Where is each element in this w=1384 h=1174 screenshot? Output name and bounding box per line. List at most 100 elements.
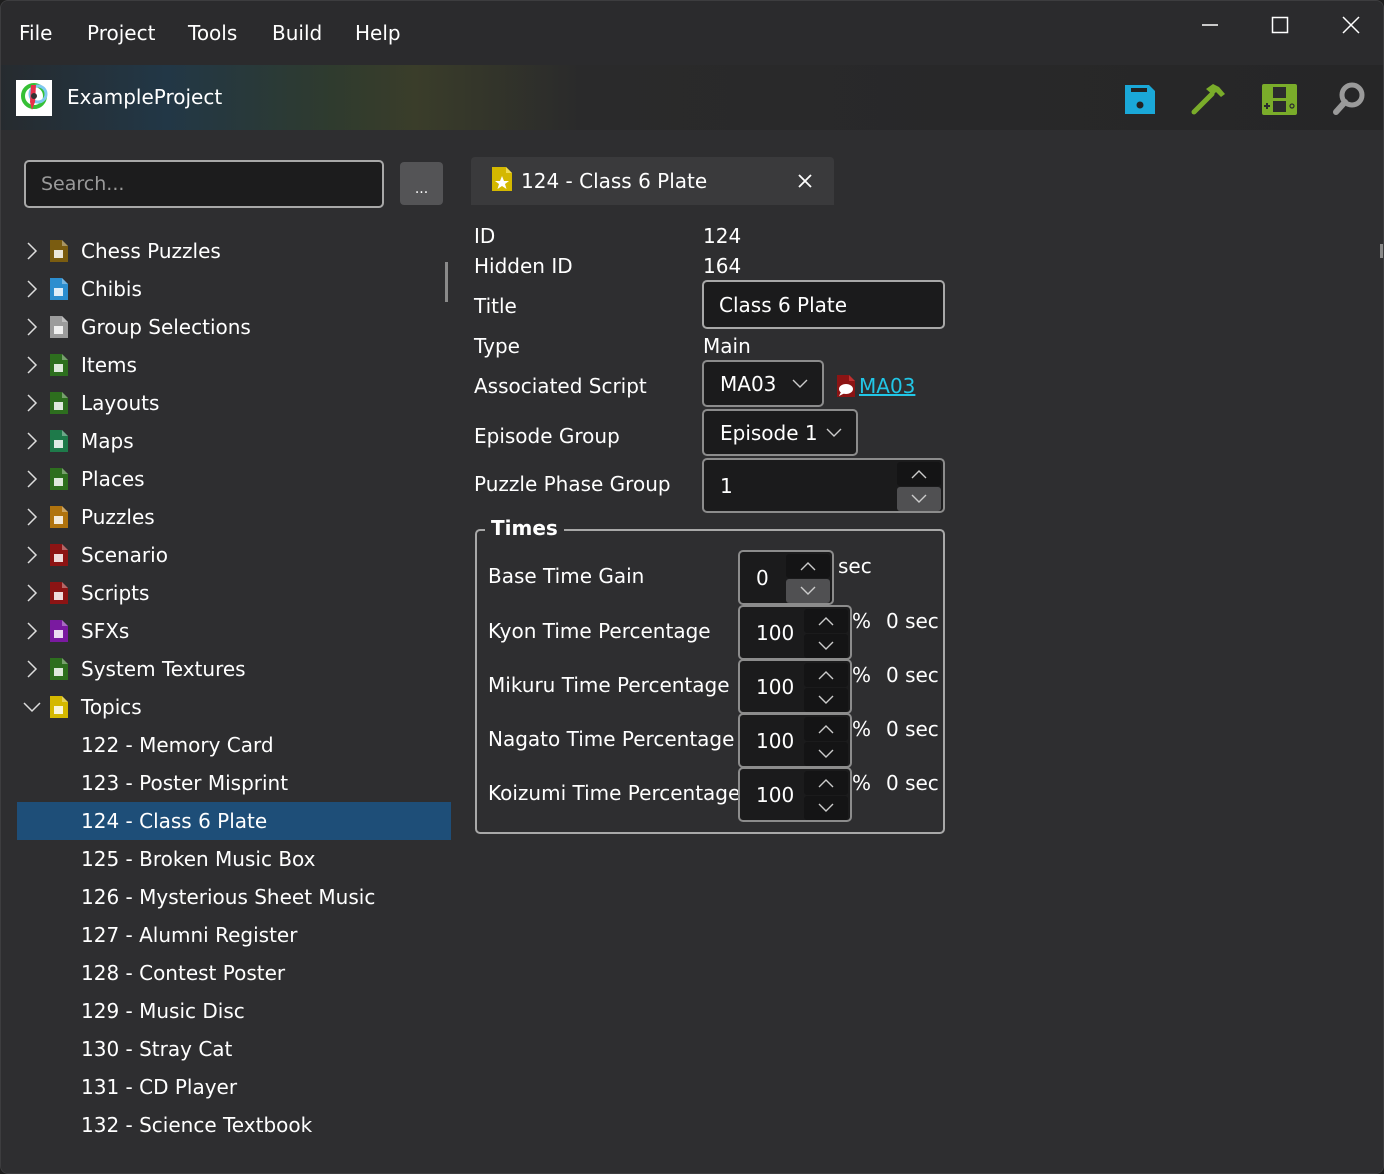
tree-category-puzzles[interactable]: Puzzles	[17, 498, 451, 536]
tree-category-chibis[interactable]: Chibis	[17, 270, 451, 308]
base-time-gain-label: Base Time Gain	[488, 564, 645, 588]
tree-category-scenario[interactable]: Scenario	[17, 536, 451, 574]
script-link[interactable]: MA03	[859, 374, 915, 398]
tree-topic-item[interactable]: 122 - Memory Card	[17, 726, 451, 764]
tree-topic-item[interactable]: 129 - Music Disc	[17, 992, 451, 1030]
expand-toggle[interactable]	[17, 384, 47, 422]
expand-toggle[interactable]	[17, 460, 47, 498]
increment-button[interactable]	[804, 663, 848, 687]
tree-category-scripts[interactable]: Scripts	[17, 574, 451, 612]
build-button[interactable]	[1191, 81, 1227, 117]
puzzle-phase-group-stepper[interactable]: 1	[702, 458, 945, 513]
tree-topic-item[interactable]: 126 - Mysterious Sheet Music	[17, 878, 451, 916]
tree-category-topics[interactable]: Topics	[17, 688, 451, 726]
window-scrollbar[interactable]	[1380, 244, 1383, 258]
tree-topic-item[interactable]: 130 - Stray Cat	[17, 1030, 451, 1068]
tree-topic-item[interactable]: 125 - Broken Music Box	[17, 840, 451, 878]
menu-tools[interactable]: Tools	[188, 21, 237, 45]
minimize-button[interactable]	[1187, 9, 1233, 41]
episode-group-dropdown[interactable]: Episode 1	[702, 409, 858, 456]
maximize-button[interactable]	[1257, 9, 1303, 41]
nagato-time-percentage-stepper[interactable]: 100	[738, 713, 852, 768]
menu-build[interactable]: Build	[272, 21, 322, 45]
close-icon	[798, 174, 812, 188]
tree-topic-item[interactable]: 128 - Contest Poster	[17, 954, 451, 992]
tree-category-system-textures[interactable]: System Textures	[17, 650, 451, 688]
tree-topic-item[interactable]: 127 - Alumni Register	[17, 916, 451, 954]
tab-close-button[interactable]	[798, 169, 812, 193]
sound-icon	[49, 619, 69, 643]
group-icon	[49, 315, 69, 339]
decrement-button[interactable]	[804, 634, 848, 658]
sidebar-scrollbar[interactable]	[445, 262, 448, 302]
chevron-right-icon	[27, 660, 38, 678]
expand-toggle[interactable]	[17, 536, 47, 574]
expand-toggle[interactable]	[17, 650, 47, 688]
decrement-button[interactable]	[804, 742, 848, 766]
menu-help[interactable]: Help	[355, 21, 401, 45]
tree-topic-item[interactable]: 132 - Science Textbook	[17, 1106, 451, 1144]
expand-toggle[interactable]	[17, 612, 47, 650]
close-window-button[interactable]	[1328, 9, 1374, 41]
tree-topic-item[interactable]: 123 - Poster Misprint	[17, 764, 451, 802]
editor-tab[interactable]: 124 - Class 6 Plate	[471, 157, 834, 205]
decrement-button[interactable]	[897, 487, 941, 511]
chevron-right-icon	[27, 622, 38, 640]
base-time-gain-stepper[interactable]: 0	[738, 550, 834, 605]
increment-button[interactable]	[804, 771, 848, 795]
increment-button[interactable]	[804, 609, 848, 633]
chess-icon	[49, 239, 69, 263]
expand-toggle[interactable]	[17, 232, 47, 270]
decrement-button[interactable]	[804, 796, 848, 820]
tree-category-group-selections[interactable]: Group Selections	[17, 308, 451, 346]
expand-toggle[interactable]	[17, 498, 47, 536]
mikuru-time-percentage-stepper[interactable]: 100	[738, 659, 852, 714]
tree-category-label: Scenario	[81, 543, 168, 567]
expand-toggle[interactable]	[17, 688, 47, 726]
tree-topic-label: 124 - Class 6 Plate	[81, 809, 268, 833]
expand-toggle[interactable]	[17, 270, 47, 308]
gift-icon	[49, 353, 69, 377]
chevron-down-icon	[911, 494, 927, 503]
save-button[interactable]	[1122, 81, 1158, 117]
chevron-up-icon	[818, 725, 834, 734]
expand-toggle[interactable]	[17, 346, 47, 384]
map-eye-icon	[49, 429, 69, 453]
menu-project[interactable]: Project	[87, 21, 155, 45]
chevron-right-icon	[27, 470, 38, 488]
expand-toggle[interactable]	[17, 574, 47, 612]
tree-category-items[interactable]: Items	[17, 346, 451, 384]
tab-title: 124 - Class 6 Plate	[521, 169, 708, 193]
run-button[interactable]	[1261, 81, 1297, 117]
tree-topic-item[interactable]: 124 - Class 6 Plate	[17, 802, 451, 840]
tree-category-label: Items	[81, 353, 137, 377]
tree-category-sfxs[interactable]: SFXs	[17, 612, 451, 650]
tree-topic-item[interactable]: 131 - CD Player	[17, 1068, 451, 1106]
koizumi-time-percentage-stepper[interactable]: 100	[738, 767, 852, 822]
increment-button[interactable]	[786, 554, 830, 578]
increment-button[interactable]	[804, 717, 848, 741]
kyon-time-percentage-stepper[interactable]: 100	[738, 605, 852, 660]
koizumi-time-percentage-value: 100	[756, 782, 795, 807]
hammer-icon	[1191, 84, 1225, 115]
tree-category-layouts[interactable]: Layouts	[17, 384, 451, 422]
expand-toggle[interactable]	[17, 308, 47, 346]
more-options-button[interactable]: ...	[400, 162, 443, 205]
tree-category-maps[interactable]: Maps	[17, 422, 451, 460]
search-button[interactable]	[1331, 81, 1367, 117]
menu-file[interactable]: File	[19, 21, 52, 45]
mikuru-computed-time: 0 sec	[886, 663, 939, 687]
expand-toggle[interactable]	[17, 422, 47, 460]
associated-script-dropdown[interactable]: MA03	[702, 360, 824, 407]
tree-category-places[interactable]: Places	[17, 460, 451, 498]
title-label: Title	[474, 294, 517, 318]
title-input[interactable]: Class 6 Plate	[702, 280, 945, 329]
decrement-button[interactable]	[786, 579, 830, 603]
project-name: ExampleProject	[67, 85, 223, 109]
search-input[interactable]	[24, 160, 384, 208]
decrement-button[interactable]	[804, 688, 848, 712]
chevron-down-icon	[818, 641, 834, 650]
kyon-time-percentage-value: 100	[756, 620, 795, 645]
tree-category-chess-puzzles[interactable]: Chess Puzzles	[17, 232, 451, 270]
increment-button[interactable]	[897, 462, 941, 486]
